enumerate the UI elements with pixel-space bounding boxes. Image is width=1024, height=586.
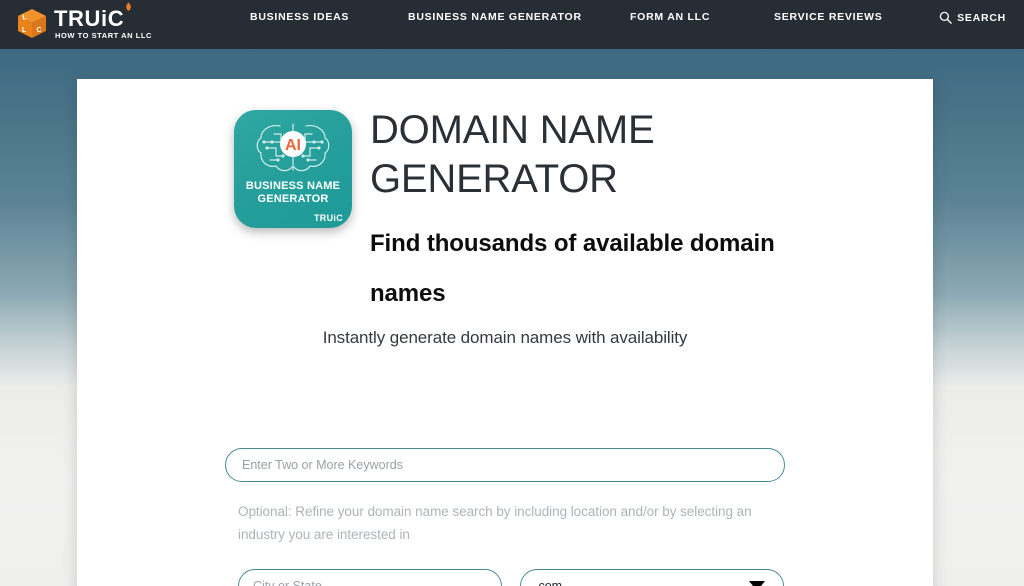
chevron-down-icon xyxy=(749,581,765,586)
app-icon-tile: AI BUSINESS NAME GENERATOR TRUiC xyxy=(234,110,352,228)
nav-search-label: SEARCH xyxy=(957,11,1006,24)
app-tile-title: BUSINESS NAME GENERATOR xyxy=(245,180,341,205)
tld-selected-value: .com xyxy=(535,579,563,586)
svg-text:L: L xyxy=(22,15,27,22)
svg-text:C: C xyxy=(36,27,41,34)
page-subtitle: Find thousands of available domain names xyxy=(370,230,775,307)
ai-brain-circuit-icon: AI xyxy=(256,123,330,172)
keywords-input[interactable] xyxy=(225,448,785,482)
site-logo[interactable]: L L C TRUiC HOW TO START AN LLC xyxy=(14,1,152,43)
tld-select[interactable]: .com xyxy=(520,569,784,586)
app-tile-brand: TRUiC xyxy=(314,213,343,223)
search-icon xyxy=(939,11,952,24)
form-instruction: Instantly generate domain names with ava… xyxy=(322,328,688,347)
content-card: AI BUSINESS NAME GENERATOR TRUiC DOMAIN … xyxy=(77,79,933,586)
nav-search-button[interactable]: SEARCH xyxy=(939,11,1006,24)
page-title: DOMAIN NAME GENERATOR xyxy=(370,108,655,201)
nav-item-form-an-llc[interactable]: FORM AN LLC xyxy=(630,11,710,23)
top-navigation-bar: L L C TRUiC HOW TO START AN LLC BUSINESS… xyxy=(0,0,1024,49)
generator-form: Instantly generate domain names with ava… xyxy=(77,328,933,586)
nav-item-business-ideas[interactable]: BUSINESS IDEAS xyxy=(250,11,349,23)
ai-badge-text: AI xyxy=(285,137,301,154)
logo-text-block: TRUiC HOW TO START AN LLC xyxy=(54,1,152,41)
orange-cube-llc-icon: L L C xyxy=(18,9,46,38)
logo-wordmark: TRUiC xyxy=(54,1,152,31)
nav-menu: BUSINESS IDEAS BUSINESS NAME GENERATOR F… xyxy=(225,0,925,49)
nav-item-service-reviews[interactable]: SERVICE REVIEWS xyxy=(774,11,883,23)
city-or-state-input[interactable] xyxy=(238,569,502,586)
refine-row: .com xyxy=(238,569,784,586)
optional-note: Optional: Refine your domain name search… xyxy=(238,504,752,542)
logo-wordmark-text: TRUiC xyxy=(54,5,125,31)
nav-item-business-name-generator[interactable]: BUSINESS NAME GENERATOR xyxy=(408,11,582,23)
svg-text:L: L xyxy=(22,27,27,34)
logo-tagline: HOW TO START AN LLC xyxy=(55,30,152,40)
flame-icon xyxy=(126,1,131,11)
